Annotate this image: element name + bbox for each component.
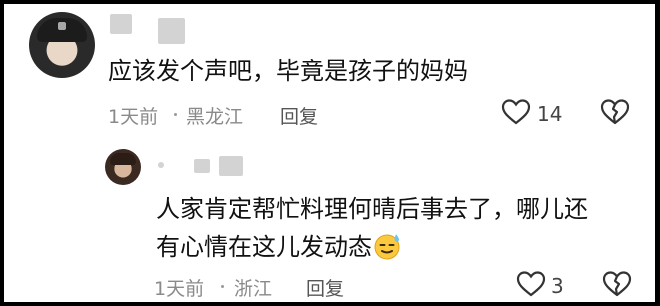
dislike-broken-heart-icon[interactable] — [602, 270, 632, 298]
comment-time: 1天前 — [108, 106, 159, 128]
reply-time: 1天前 — [154, 278, 205, 300]
like-heart-icon[interactable] — [516, 270, 546, 298]
hair-shape — [110, 153, 136, 165]
username-blur — [158, 162, 164, 168]
commenter-avatar[interactable] — [29, 12, 95, 78]
like-count: 14 — [537, 102, 563, 126]
reply-button[interactable]: 回复 — [280, 102, 318, 129]
dislike-broken-heart-icon[interactable] — [600, 98, 630, 126]
like-count: 3 — [551, 274, 564, 298]
username-blur — [110, 14, 132, 34]
comment-thread: 应该发个声吧，毕竟是孩子的妈妈 1天前 黑龙江 回复 14 人家肯定帮忙料理何晴… — [4, 4, 655, 302]
meta-separator — [221, 285, 224, 288]
reply-text: 有心情在这儿发动态 — [156, 233, 372, 261]
sweat-smile-emoji — [374, 234, 400, 260]
comment-location: 黑龙江 — [186, 106, 244, 128]
meta-separator — [174, 113, 177, 116]
replier-avatar[interactable] — [105, 149, 141, 185]
username-blur — [194, 159, 210, 173]
username-blur — [219, 156, 243, 176]
reply-button[interactable]: 回复 — [306, 274, 344, 301]
reply-text-line1: 人家肯定帮忙料理何晴后事去了，哪儿还 — [156, 195, 588, 223]
username-blur — [158, 18, 185, 44]
reply-location: 浙江 — [234, 278, 273, 300]
cap-badge — [58, 22, 66, 30]
reply-text-line2: 有心情在这儿发动态 — [156, 228, 402, 266]
comment-text: 应该发个声吧，毕竟是孩子的妈妈 — [108, 57, 468, 85]
like-heart-icon[interactable] — [501, 98, 531, 126]
